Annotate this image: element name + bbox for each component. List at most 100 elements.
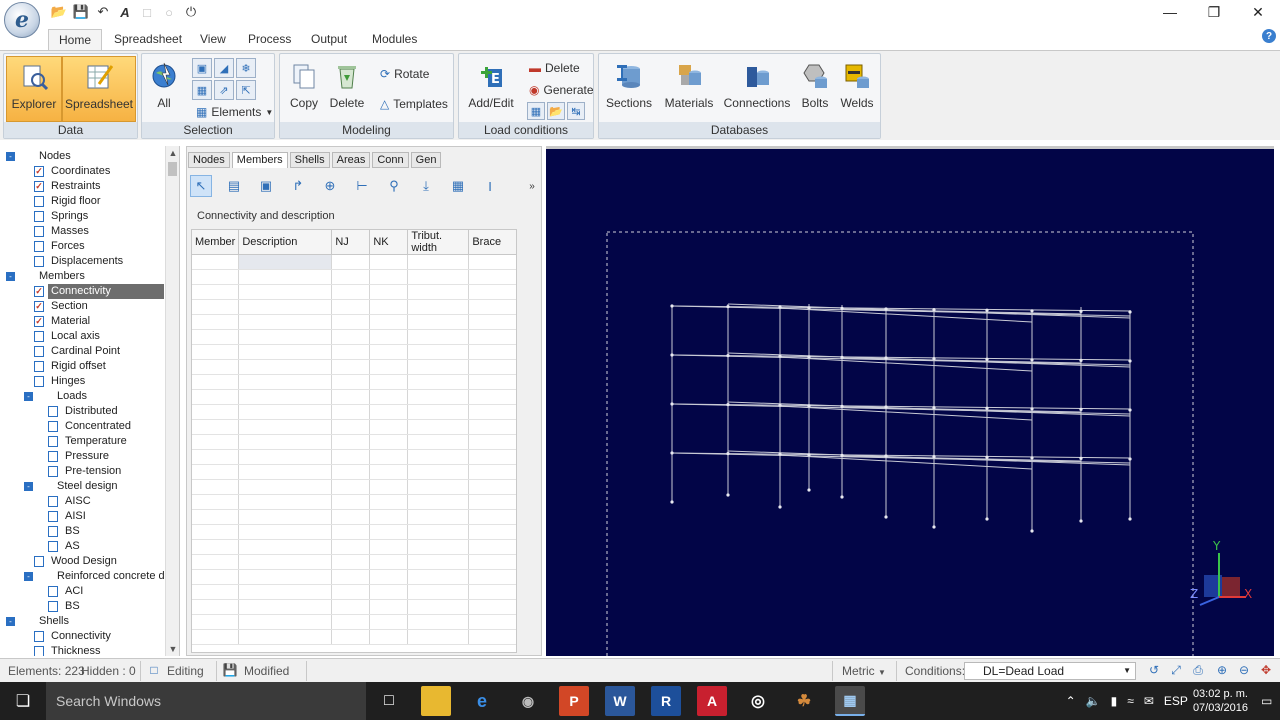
tree-item-pre-tension[interactable]: Pre-tension — [0, 464, 166, 479]
grid-cell[interactable] — [192, 434, 240, 450]
grid-cell[interactable] — [369, 359, 409, 375]
grid-cell[interactable] — [407, 494, 470, 510]
tree-item-pressure[interactable]: Pressure — [0, 449, 166, 464]
copy-button[interactable]: Copy — [284, 56, 324, 122]
structural-app-icon[interactable]: ▦ — [835, 686, 865, 716]
grid-cell[interactable] — [331, 389, 371, 405]
generate-button[interactable]: ◉ Generate — [529, 80, 594, 100]
model-viewport[interactable]: Y X Z — [546, 146, 1274, 656]
grid-cell[interactable] — [331, 569, 371, 585]
grid-cell[interactable] — [238, 254, 333, 270]
grid-cell[interactable] — [192, 344, 240, 360]
table-row[interactable] — [192, 314, 516, 330]
grid-cell[interactable] — [369, 614, 409, 630]
materials-button[interactable]: Materials — [659, 56, 719, 122]
column-header[interactable]: NJ — [331, 230, 371, 255]
grid-cell[interactable] — [331, 479, 371, 495]
grid-cell[interactable] — [407, 299, 470, 315]
unchecked-checkbox[interactable] — [34, 256, 44, 267]
member-draw-icon[interactable]: ↖ — [190, 175, 212, 197]
conditions-dropdown[interactable]: DL=Dead Load ▼ — [964, 662, 1136, 680]
grid-cell[interactable] — [369, 344, 409, 360]
powerpoint-icon[interactable]: P — [559, 686, 589, 716]
grid-cell[interactable] — [331, 584, 371, 600]
tree-item-concentrated[interactable]: Concentrated — [0, 419, 166, 434]
tree-item-temperature[interactable]: Temperature — [0, 434, 166, 449]
table-row[interactable] — [192, 464, 516, 480]
tree-item-aci[interactable]: ACI — [0, 584, 166, 599]
grid-cell[interactable] — [192, 284, 240, 300]
grid-cell[interactable] — [407, 539, 470, 555]
i-section-icon[interactable]: I — [479, 175, 501, 197]
grid-cell[interactable] — [468, 464, 516, 480]
grid-cell[interactable] — [369, 314, 409, 330]
table-row[interactable] — [192, 509, 516, 525]
table-row[interactable] — [192, 494, 516, 510]
sections-button[interactable]: Sections — [603, 56, 655, 122]
unchecked-checkbox[interactable] — [34, 331, 44, 342]
unchecked-checkbox[interactable] — [34, 241, 44, 252]
grid-cell[interactable] — [238, 464, 333, 480]
collapse-icon[interactable]: - — [6, 152, 15, 161]
tree-item-forces[interactable]: Forces — [0, 239, 166, 254]
grid-cell[interactable] — [238, 269, 333, 285]
grid-cell[interactable] — [238, 359, 333, 375]
scroll-thumb[interactable] — [168, 162, 177, 176]
unchecked-checkbox[interactable] — [34, 346, 44, 357]
tab-modules[interactable]: Modules — [362, 29, 427, 50]
unchecked-checkbox[interactable] — [48, 526, 58, 537]
tree-item-wood-design[interactable]: Wood Design — [0, 554, 166, 569]
unchecked-checkbox[interactable] — [34, 646, 44, 656]
grid-cell[interactable] — [331, 614, 371, 630]
load-icon[interactable]: ⤓ — [415, 175, 437, 197]
column-header[interactable]: NK — [369, 230, 409, 255]
select-member-icon[interactable]: ◢ — [214, 58, 234, 78]
grid-cell[interactable] — [331, 599, 371, 615]
table-row[interactable] — [192, 269, 516, 285]
view-print-icon[interactable]: ⎙ — [1190, 663, 1206, 679]
tree-item-displacements[interactable]: Displacements — [0, 254, 166, 269]
text-icon[interactable]: A — [116, 3, 134, 21]
tree-item-thickness[interactable]: Thickness — [0, 644, 166, 656]
grid-cell[interactable] — [238, 434, 333, 450]
battery-icon[interactable]: ▮ — [1111, 694, 1118, 708]
grid-cell[interactable] — [238, 374, 333, 390]
table-row[interactable] — [192, 539, 516, 555]
grid-cell[interactable] — [331, 449, 371, 465]
grid-cell[interactable] — [192, 299, 240, 315]
unchecked-checkbox[interactable] — [34, 556, 44, 567]
unchecked-checkbox[interactable] — [48, 586, 58, 597]
grid-cell[interactable] — [468, 599, 516, 615]
grid-cell[interactable] — [369, 299, 409, 315]
grid-cell[interactable] — [331, 254, 371, 270]
tree-item-rigid-offset[interactable]: Rigid offset — [0, 359, 166, 374]
templates-button[interactable]: △ Templates — [380, 94, 448, 114]
report-icon[interactable]: □ — [138, 3, 156, 21]
grid-cell[interactable] — [331, 434, 371, 450]
tree-item-loads[interactable]: - Loads — [0, 389, 166, 404]
cardinal-point-icon[interactable]: ⊕ — [319, 175, 341, 197]
grid-cell[interactable] — [407, 509, 470, 525]
grid-cell[interactable] — [238, 539, 333, 555]
grid-cell[interactable] — [369, 449, 409, 465]
grid-cell[interactable] — [468, 314, 516, 330]
grid-cell[interactable] — [238, 284, 333, 300]
language-indicator[interactable]: ESP — [1164, 694, 1188, 708]
undo-icon[interactable]: ↶ — [94, 3, 112, 21]
grid-cell[interactable] — [331, 494, 371, 510]
grid-cell[interactable] — [192, 569, 240, 585]
collapse-icon[interactable]: - — [6, 617, 15, 626]
sheet-tab-conn[interactable]: Conn — [372, 152, 409, 168]
collapse-icon[interactable]: - — [24, 482, 33, 491]
grid-cell[interactable] — [407, 419, 470, 435]
grid-cell[interactable] — [192, 374, 240, 390]
revit-icon[interactable]: R — [651, 686, 681, 716]
grid-cell[interactable] — [369, 329, 409, 345]
table-row[interactable] — [192, 374, 516, 390]
table-row[interactable] — [192, 449, 516, 465]
tree-item-material[interactable]: ✓ Material — [0, 314, 166, 329]
grid-cell[interactable] — [192, 554, 240, 570]
bolts-button[interactable]: Bolts — [795, 56, 835, 122]
grid-cell[interactable] — [468, 344, 516, 360]
grid-cell[interactable] — [369, 629, 409, 645]
